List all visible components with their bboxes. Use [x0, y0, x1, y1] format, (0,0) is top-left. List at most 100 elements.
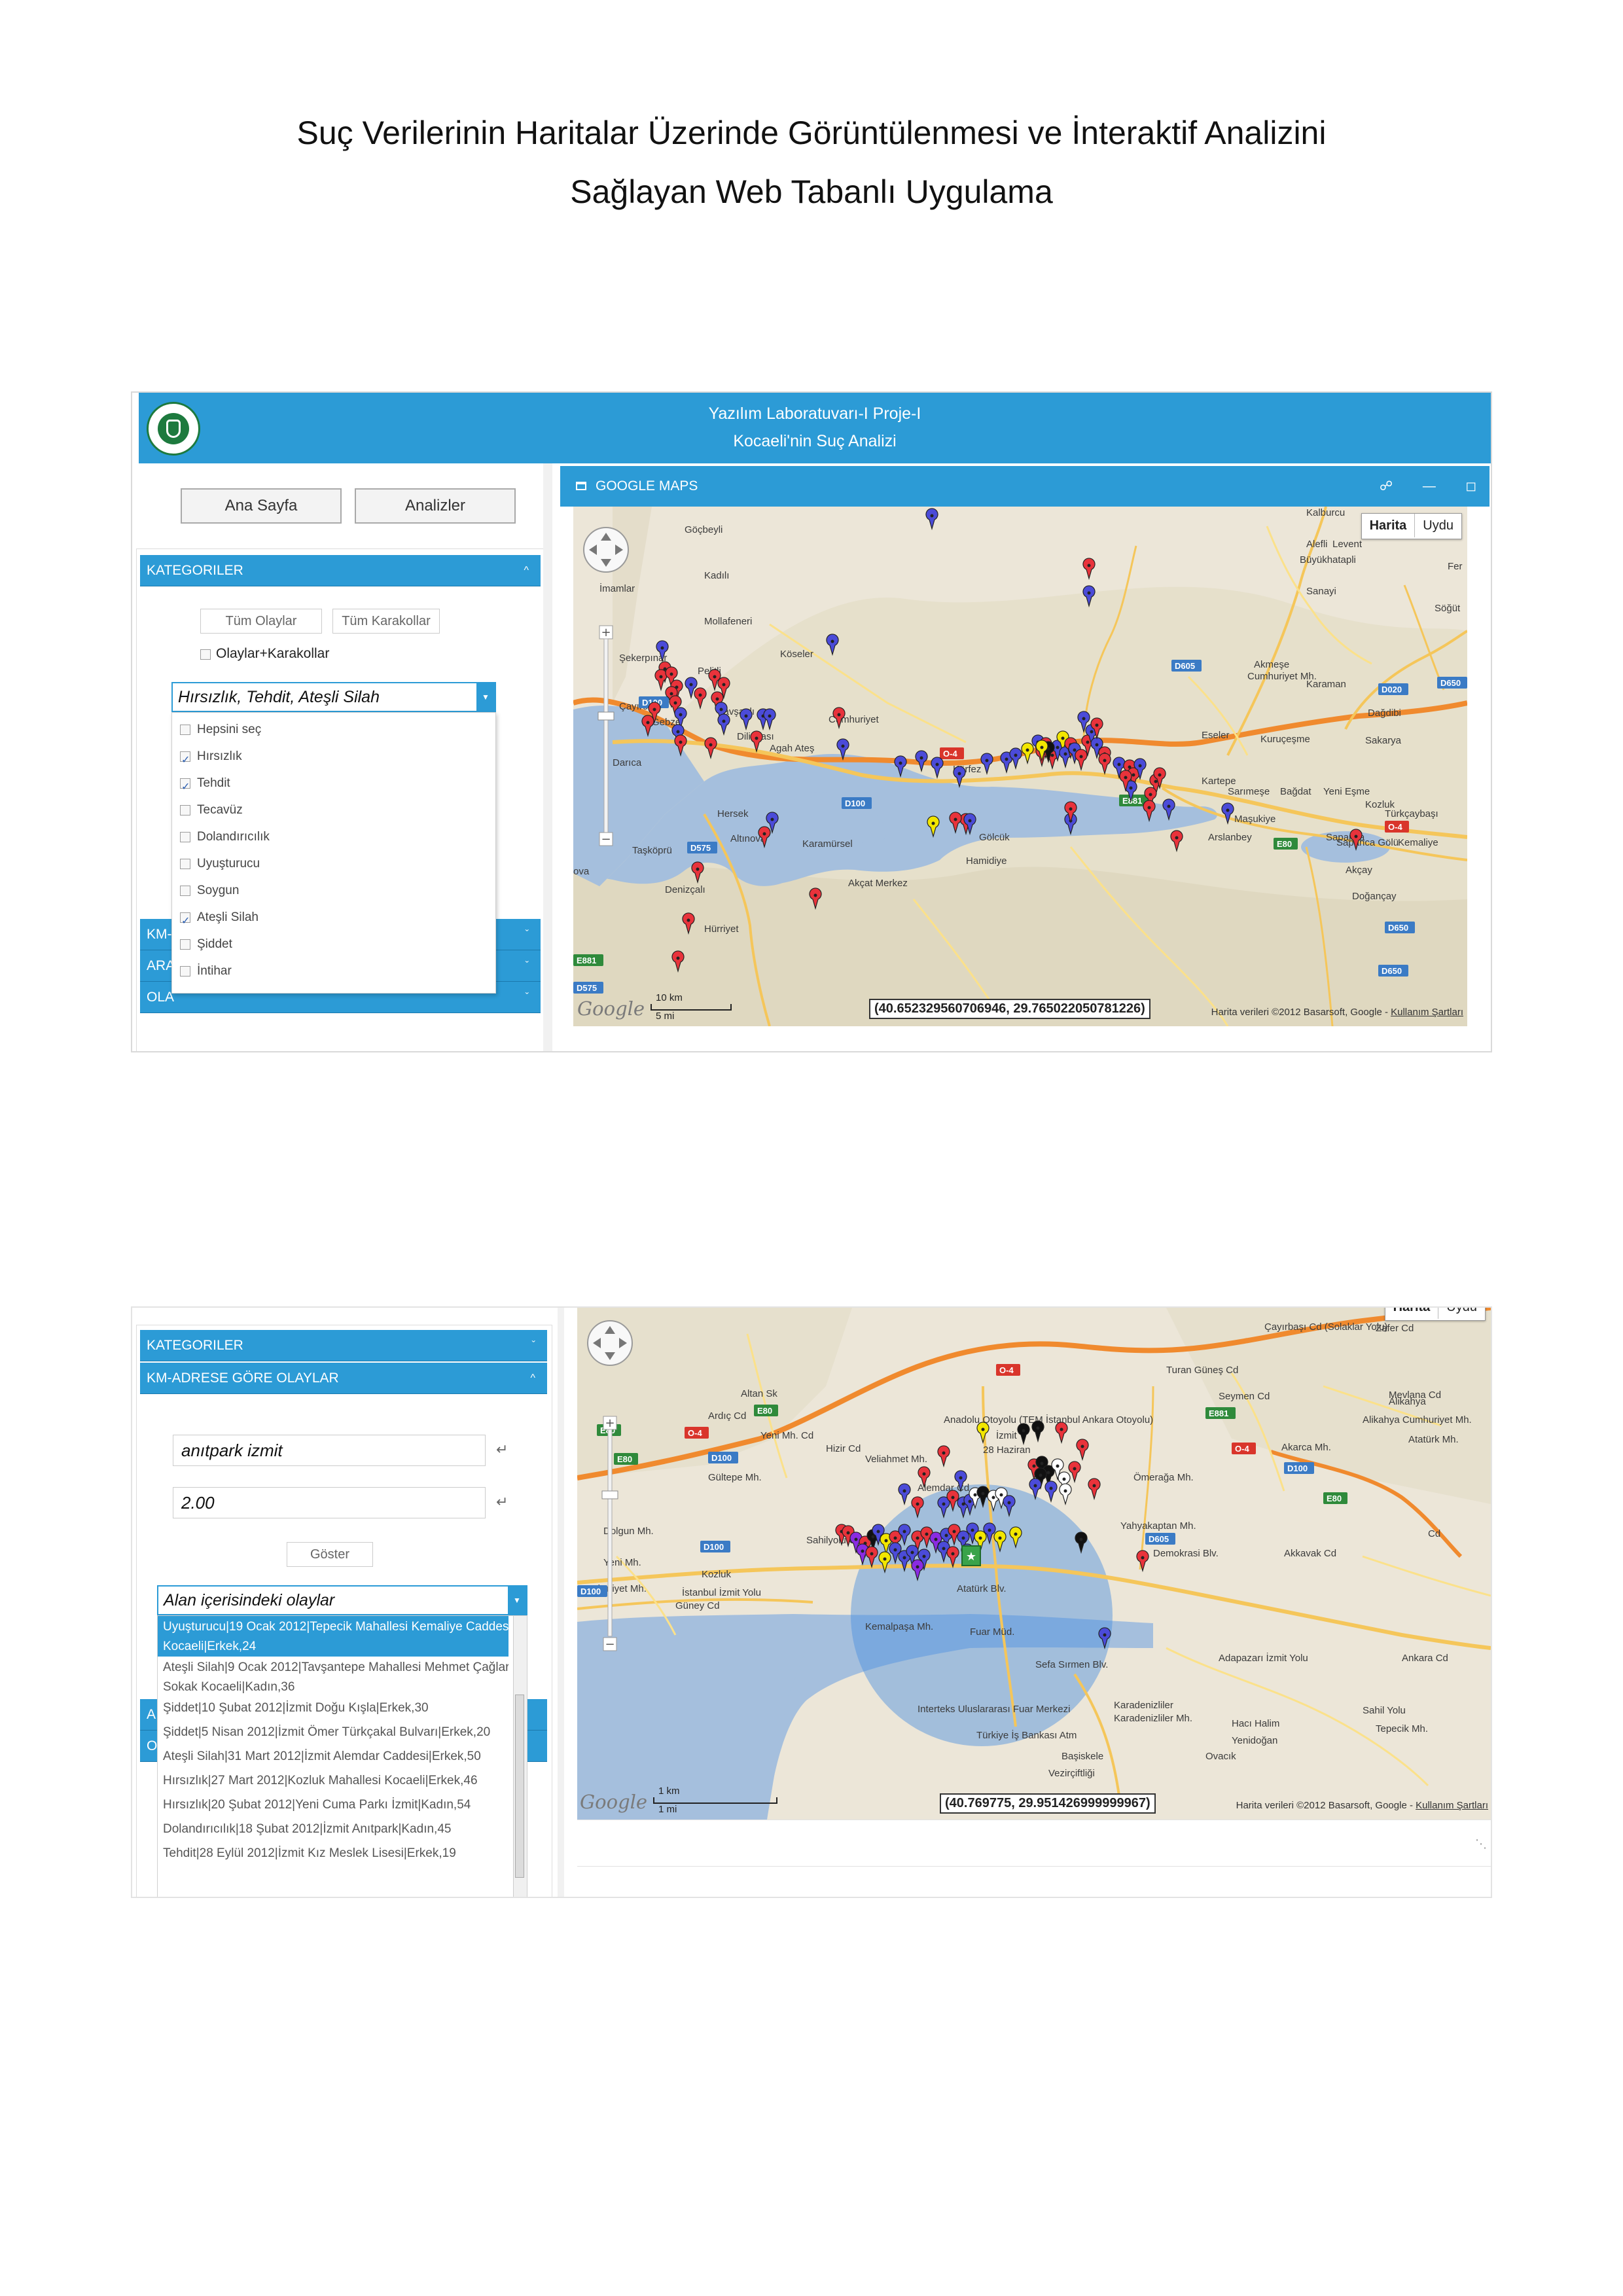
- svg-text:O-4: O-4: [1235, 1444, 1249, 1454]
- maximize-icon[interactable]: ◻: [1465, 479, 1476, 493]
- map-place-label: Kalburcu: [1306, 507, 1345, 518]
- map-place-label: Atatürk Blv.: [957, 1583, 1007, 1594]
- map-place-label: Hersek: [717, 808, 749, 819]
- map-type-harita-button[interactable]: Harita: [1385, 1308, 1439, 1319]
- map-place-label: Büyükhatapli: [1300, 554, 1356, 565]
- map-place-label: Agah Ateş: [770, 743, 814, 754]
- address-input[interactable]: anıtpark izmit: [173, 1435, 486, 1466]
- events-combo-value: Alan içerisindeki olaylar: [164, 1591, 335, 1609]
- categories-header[interactable]: KATEGORILER ^: [140, 555, 541, 586]
- event-list-item[interactable]: Hırsızlık|20 Şubat 2012|Yeni Cuma Parkı …: [158, 1794, 508, 1818]
- events-stations-checkbox[interactable]: [200, 649, 211, 660]
- chevron-down-icon[interactable]: ▼: [508, 1587, 526, 1614]
- map-place-label: Kemalpaşa Mh.: [865, 1621, 933, 1632]
- category-option-checkbox[interactable]: [180, 910, 190, 933]
- category-option-checkbox[interactable]: [180, 939, 190, 950]
- map-place-label: Akmeşe: [1254, 659, 1289, 670]
- map-type-uydu-button[interactable]: Uydu: [1438, 1308, 1485, 1319]
- svg-text:D575: D575: [690, 843, 711, 853]
- svg-text:E881: E881: [577, 956, 596, 965]
- enter-icon[interactable]: ↵: [496, 1441, 508, 1458]
- map-canvas-km[interactable]: Zafer CdÇayırbaşı Cd (Solaklar Yolu)Anad…: [577, 1308, 1491, 1820]
- all-stations-button[interactable]: Tüm Karakollar: [332, 609, 440, 634]
- road-shield: D605: [1145, 1533, 1175, 1545]
- event-list-item[interactable]: Ateşli Silah|31 Mart 2012|İzmit Alemdar …: [158, 1746, 508, 1770]
- map-place-label: Göçbeyli: [685, 524, 722, 535]
- category-option-checkbox[interactable]: [180, 832, 190, 842]
- home-button[interactable]: Ana Sayfa: [181, 488, 342, 524]
- map-place-label: Gölcük: [979, 832, 1010, 843]
- distance-input[interactable]: 2.00: [173, 1487, 486, 1518]
- category-option-checkbox[interactable]: [180, 859, 190, 869]
- event-list-item[interactable]: Dolandırıcılık|18 Şubat 2012|İzmit Anıtp…: [158, 1818, 508, 1842]
- map-place-label: Cd: [1428, 1528, 1440, 1539]
- chevron-down-icon[interactable]: ▼: [476, 683, 495, 711]
- map-place-label: Akkavak Cd: [1284, 1548, 1336, 1559]
- scale-km-label: 10 km: [656, 992, 683, 1003]
- events-scrollbar[interactable]: [513, 1616, 527, 1897]
- map-canvas[interactable]: Kalburcu Göçbeyli Alefli Levent Büyükhatapli…: [573, 507, 1467, 1026]
- expand-caret-icon: ˇ: [525, 992, 529, 1003]
- document-title-line1: Suç Verilerinin Haritalar Üzerinde Görün…: [296, 115, 1327, 151]
- categories-header-km[interactable]: KATEGORILER ˇ: [140, 1330, 547, 1361]
- scrollbar-thumb[interactable]: [515, 1695, 524, 1878]
- event-list-item[interactable]: Şiddet|10 Şubat 2012|İzmit Doğu Kışla|Er…: [158, 1697, 508, 1721]
- map-place-label: Türkçaybaşı: [1385, 808, 1438, 819]
- map-place-label: Arslanbey: [1208, 832, 1252, 843]
- collapsed-bar-a-label: A: [147, 1707, 156, 1722]
- category-option-checkbox[interactable]: [180, 749, 190, 772]
- google-map-km[interactable]: Zafer Cd Çayırbaşı Cd (Solaklar Yolu) Anad…: [577, 1308, 1491, 1820]
- event-list-item[interactable]: Ateşli Silah|9 Ocak 2012|Tavşantepe Maha…: [158, 1657, 508, 1697]
- event-list-item-text: Hırsızlık|20 Şubat 2012|Yeni Cuma Parkı …: [163, 1798, 471, 1812]
- category-combo-value: Hırsızlık, Tehdit, Ateşli Silah: [178, 688, 380, 706]
- map-place-label: Alikahya: [1389, 1396, 1426, 1407]
- map-place-label: Kuruçeşme: [1260, 734, 1310, 745]
- category-option-checkbox[interactable]: [180, 805, 190, 816]
- road-shield: D650: [1378, 965, 1408, 977]
- map-navigation-control-km[interactable]: + −: [584, 1308, 636, 1713]
- event-list-item[interactable]: Hırsızlık|27 Mart 2012|Kozluk Mahallesi …: [158, 1770, 508, 1794]
- svg-text:D020: D020: [1382, 685, 1402, 694]
- road-shield: D575: [573, 982, 603, 994]
- map-place-label: Tepecik Mh.: [1376, 1723, 1428, 1734]
- app-subtitle: Kocaeli'nin Suç Analizi: [733, 432, 897, 450]
- event-list-item-text: Şiddet|10 Şubat 2012|İzmit Doğu Kışla|Er…: [163, 1701, 429, 1715]
- events-list: Tehdit|28 Eylül 2012|İzmit Kız Meslek Li…: [157, 1615, 527, 1897]
- svg-text:D100: D100: [845, 798, 865, 808]
- svg-text:D100: D100: [704, 1542, 724, 1552]
- map-type-uydu-button[interactable]: Uydu: [1415, 514, 1461, 537]
- resize-grip-icon[interactable]: ⋱: [1475, 1837, 1487, 1851]
- terms-link[interactable]: Kullanım Şartları: [1391, 1007, 1463, 1018]
- km-address-header[interactable]: KM-ADRESE GÖRE OLAYLAR ^: [140, 1363, 547, 1394]
- svg-text:D650: D650: [1388, 923, 1408, 933]
- collapsed-bar-ara-label: ARA: [147, 958, 175, 973]
- category-option-checkbox[interactable]: [180, 966, 190, 977]
- terms-link[interactable]: Kullanım Şartları: [1416, 1800, 1488, 1811]
- events-combo[interactable]: Alan içerisindeki olaylar ▼: [157, 1585, 527, 1615]
- restore-icon[interactable]: ☍: [1380, 479, 1393, 493]
- analyses-button[interactable]: Analizler: [355, 488, 516, 524]
- map-place-label: Kartepe: [1202, 776, 1236, 787]
- enter-icon[interactable]: ↵: [496, 1494, 508, 1511]
- event-list-item[interactable]: Uyuşturucu|19 Ocak 2012|Tepecik Mahalles…: [158, 1616, 508, 1657]
- minimize-icon[interactable]: —: [1423, 479, 1436, 493]
- google-map[interactable]: Kalburcu Göçbeyli Alefli Levent Büyükhatapli…: [573, 507, 1467, 1026]
- window-icon: [576, 482, 586, 490]
- event-list-item[interactable]: Şiddet|5 Nisan 2012|İzmit Ömer Türkçakal…: [158, 1721, 508, 1746]
- categories-title-km: KATEGORILER: [147, 1338, 243, 1353]
- station-marker[interactable]: ★: [961, 1545, 981, 1566]
- category-combo[interactable]: Hırsızlık, Tehdit, Ateşli Silah ▼: [171, 682, 496, 712]
- road-shield: E80: [1323, 1492, 1347, 1504]
- map-type-harita-button[interactable]: Harita: [1362, 514, 1416, 537]
- map-navigation-control[interactable]: + −: [580, 520, 632, 906]
- event-list-item[interactable]: Tehdit|28 Eylül 2012|İzmit Kız Meslek Li…: [158, 1842, 508, 1867]
- category-option-checkbox[interactable]: [180, 776, 190, 799]
- category-option-checkbox[interactable]: [180, 886, 190, 896]
- attribution-text: Harita verileri ©2012 Basarsoft, Google …: [1236, 1800, 1413, 1811]
- all-events-button[interactable]: Tüm Olaylar: [200, 609, 322, 634]
- show-button[interactable]: Göster: [287, 1542, 373, 1567]
- google-logo: Google: [577, 997, 645, 1020]
- category-option-label: Dolandırıcılık: [197, 830, 270, 844]
- category-option-label: Soygun: [197, 884, 240, 897]
- category-option-checkbox[interactable]: [180, 725, 190, 735]
